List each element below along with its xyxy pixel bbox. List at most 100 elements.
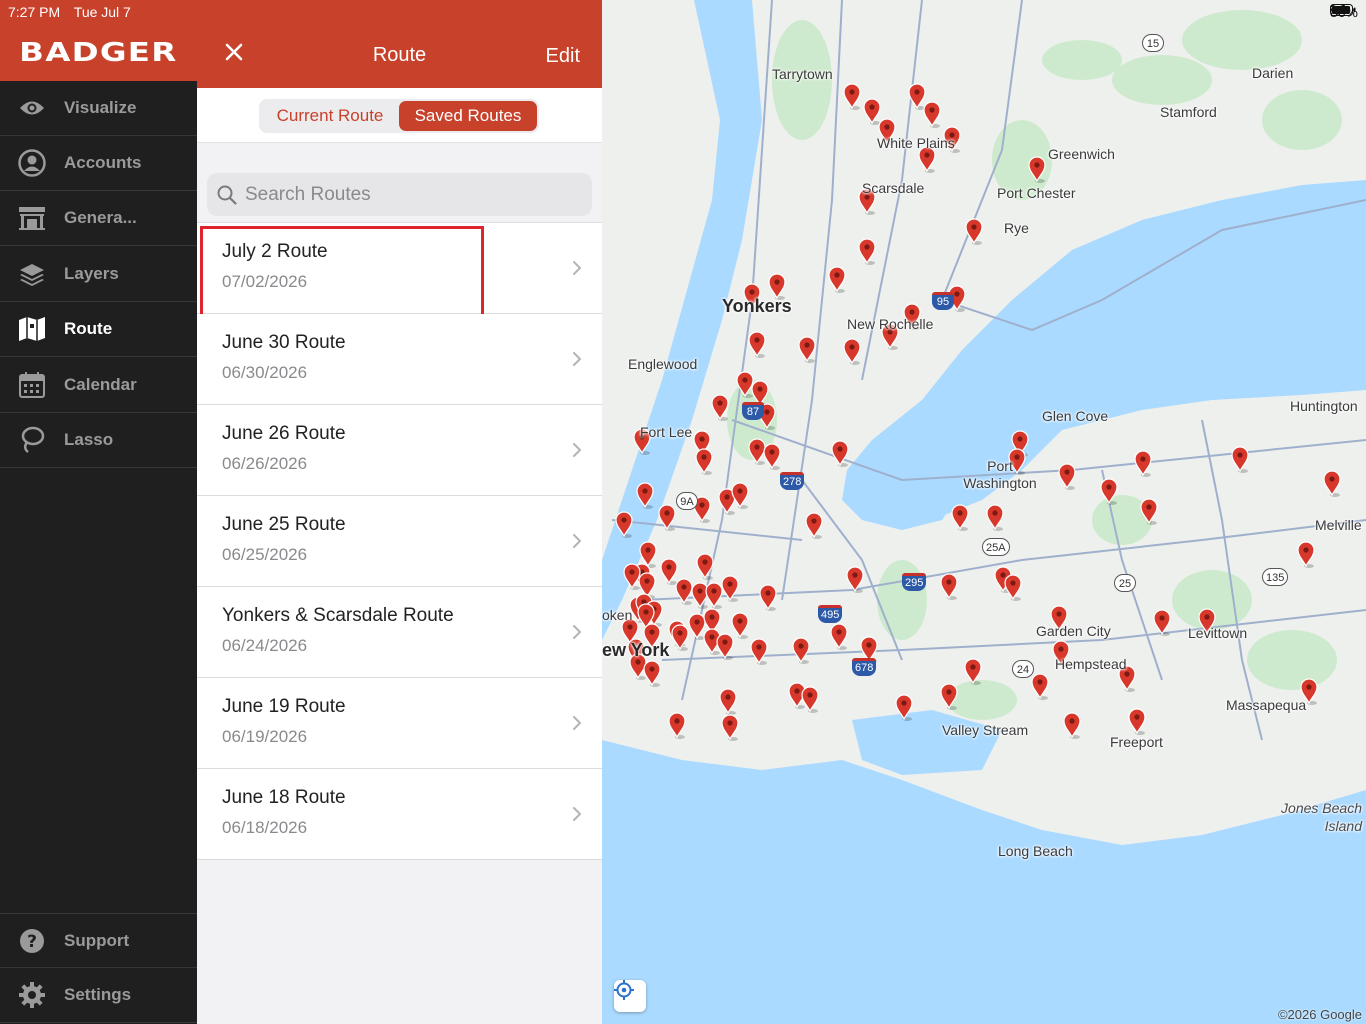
sidebar: 7:27 PM Tue Jul 7 BADGER Visualize Accou…	[0, 0, 197, 1024]
route-name: June 30 Route	[222, 332, 346, 353]
map-pin-dot	[701, 454, 707, 460]
chevron-right-icon	[573, 352, 581, 366]
route-row[interactable]: June 26 Route 06/26/2026	[197, 405, 602, 496]
tab-current-route[interactable]: Current Route	[261, 101, 399, 131]
park-area	[1182, 10, 1302, 70]
map-place-label: Rye	[1004, 220, 1029, 236]
map-pin-dot	[711, 588, 717, 594]
map-place-label: Stamford	[1160, 104, 1217, 120]
locate-me-button[interactable]	[614, 980, 646, 1012]
map-pin-dot	[1000, 572, 1006, 578]
map-place-label: Long Beach	[998, 843, 1073, 859]
sidebar-item-accounts[interactable]: Accounts	[0, 136, 197, 191]
search-bar[interactable]	[207, 173, 592, 216]
map-canvas[interactable]	[602, 0, 1366, 1024]
search-input[interactable]	[245, 183, 585, 206]
map-pin-dot	[970, 664, 976, 670]
panel-title: Route	[372, 44, 427, 66]
route-row[interactable]: June 18 Route 06/18/2026	[197, 769, 602, 860]
sidebar-item-support[interactable]: ? Support	[0, 913, 197, 968]
map-pin-dot	[798, 643, 804, 649]
map-place-label: Scarsdale	[862, 180, 925, 196]
map-pin-dot	[681, 584, 687, 590]
map-pin-dot	[774, 279, 780, 285]
sidebar-item-label: Calendar	[64, 375, 137, 394]
map-pin-dot	[737, 488, 743, 494]
route-date: 06/26/2026	[222, 454, 308, 473]
map-pin-dot	[1106, 484, 1112, 490]
route-name: June 19 Route	[222, 696, 346, 717]
map-pin-dot	[852, 572, 858, 578]
map-pin-dot	[946, 579, 952, 585]
map-place-label: Huntington	[1290, 398, 1358, 414]
route-segmented-control: Current Route Saved Routes	[259, 99, 539, 133]
park-area	[1042, 40, 1122, 80]
map-pin-dot	[992, 510, 998, 516]
map-pin-dot	[769, 449, 775, 455]
map-pin-dot	[621, 517, 627, 523]
route-row[interactable]: June 25 Route 06/25/2026	[197, 496, 602, 587]
map-pin-dot	[666, 564, 672, 570]
map-pin-dot	[754, 444, 760, 450]
interstate-shield: 87	[742, 402, 764, 420]
map-place-label: Darien	[1252, 65, 1294, 81]
map-pin-dot	[849, 89, 855, 95]
sidebar-item-visualize[interactable]: Visualize	[0, 81, 197, 136]
map-pin-dot	[677, 630, 683, 636]
map-pin-dot	[749, 289, 755, 295]
map-pin-dot	[697, 588, 703, 594]
map-pin-dot	[866, 642, 872, 648]
eye-icon	[0, 99, 64, 117]
sidebar-item-label: Layers	[64, 264, 119, 283]
search-icon	[217, 185, 237, 205]
route-row[interactable]: June 30 Route 06/30/2026	[197, 314, 602, 405]
sidebar-item-layers[interactable]: Layers	[0, 247, 197, 302]
park-area	[877, 560, 927, 640]
map-pin-dot	[837, 446, 843, 452]
map-pin-dot	[709, 634, 715, 640]
map-pin-dot	[649, 629, 655, 635]
park-area	[1247, 630, 1337, 690]
battery-icon	[1329, 4, 1356, 16]
map-place-label: White Plains	[877, 135, 955, 151]
sidebar-item-calendar[interactable]: Calendar	[0, 358, 197, 413]
route-row[interactable]: June 19 Route 06/19/2026	[197, 678, 602, 769]
route-name: June 18 Route	[222, 787, 346, 808]
map-pin-dot	[901, 700, 907, 706]
map-pin-dot	[1204, 614, 1210, 620]
interstate-shield: 95	[932, 292, 954, 310]
sidebar-item-route[interactable]: Route	[0, 302, 197, 357]
status-bar-right: 86%	[1329, 4, 1358, 20]
map-pin-dot	[1159, 615, 1165, 621]
sidebar-item-lasso[interactable]: Lasso	[0, 413, 197, 468]
sidebar-item-settings[interactable]: Settings	[0, 968, 197, 1023]
map-pin-dot	[694, 619, 700, 625]
map-pin-dot	[664, 510, 670, 516]
map-place-label: Massapequa	[1226, 697, 1307, 713]
map-place-label: Tarrytown	[772, 66, 833, 82]
route-row[interactable]: Yonkers & Scarsdale Route 06/24/2026	[197, 587, 602, 678]
map-pin-dot	[834, 272, 840, 278]
sidebar-item-label: Support	[64, 930, 130, 950]
map-pin-dot	[756, 644, 762, 650]
route-row[interactable]: July 2 Route 07/02/2026	[197, 223, 602, 322]
map-pin-dot	[727, 581, 733, 587]
tab-saved-routes[interactable]: Saved Routes	[399, 101, 537, 131]
map-pin-dot	[642, 488, 648, 494]
route-date: 07/02/2026	[222, 272, 308, 291]
map-place-label: oken	[602, 607, 633, 623]
map-view[interactable]: Tarrytown White Plains Scarsdale Yonkers New…	[602, 0, 1366, 1024]
map-place-label: Fort Lee	[640, 424, 693, 440]
sidebar-item-label: Visualize	[64, 98, 137, 117]
chevron-right-icon	[573, 443, 581, 457]
map-place-label: Jones Beach Island	[1281, 800, 1362, 834]
sidebar-item-general[interactable]: Genera...	[0, 191, 197, 246]
sidebar-item-label: Settings	[64, 985, 132, 1004]
edit-button[interactable]: Edit	[546, 45, 580, 68]
map-place-label: Yonkers	[722, 296, 792, 316]
chevron-right-icon	[573, 534, 581, 548]
route-date: 06/19/2026	[222, 727, 308, 746]
map-pin-dot	[722, 639, 728, 645]
map-place-label: Glen Cove	[1042, 408, 1109, 424]
map-pin-dot	[1146, 504, 1152, 510]
